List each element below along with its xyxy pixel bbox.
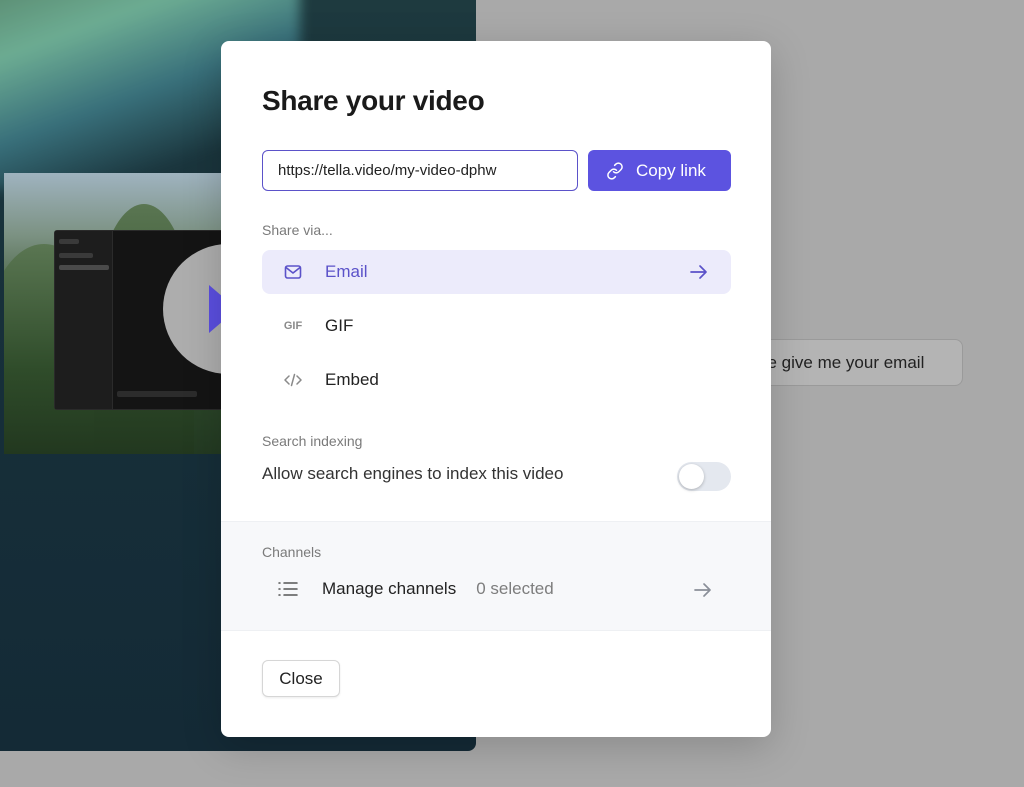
list-icon <box>278 581 300 597</box>
search-indexing-toggle[interactable] <box>677 462 731 491</box>
channels-label: Channels <box>262 544 322 560</box>
share-option-label: Email <box>325 262 368 281</box>
search-indexing-label: Search indexing <box>262 433 363 449</box>
toggle-knob <box>679 464 704 489</box>
share-option-label: Embed <box>325 370 379 389</box>
share-option-email[interactable]: Email <box>262 250 731 294</box>
search-indexing-description: Allow search engines to index this video <box>262 464 564 483</box>
copy-link-label: Copy link <box>636 160 706 180</box>
close-button[interactable]: Close <box>262 660 340 697</box>
share-option-embed[interactable]: Embed <box>262 358 731 402</box>
channels-section: Channels Manage channels 0 selected <box>221 521 771 631</box>
background-email-button: se give me your email <box>742 339 963 386</box>
share-option-gif[interactable]: GIF GIF <box>262 304 731 348</box>
channels-selected-count: 0 selected <box>476 579 554 598</box>
share-video-modal: Share your video Copy link Share via... … <box>221 41 771 737</box>
arrow-right-icon <box>689 262 709 287</box>
share-option-label: GIF <box>325 316 354 335</box>
share-via-label: Share via... <box>262 222 333 238</box>
copy-link-button[interactable]: Copy link <box>588 150 731 191</box>
code-icon <box>282 373 304 387</box>
manage-channels-row[interactable]: Manage channels 0 selected <box>262 574 731 604</box>
manage-channels-label: Manage channels <box>322 579 457 598</box>
arrow-right-icon <box>693 580 713 605</box>
mail-icon <box>282 264 304 280</box>
link-icon <box>607 161 623 180</box>
share-link-input[interactable] <box>262 150 578 191</box>
modal-title: Share your video <box>262 85 485 116</box>
gif-icon: GIF <box>283 320 303 332</box>
